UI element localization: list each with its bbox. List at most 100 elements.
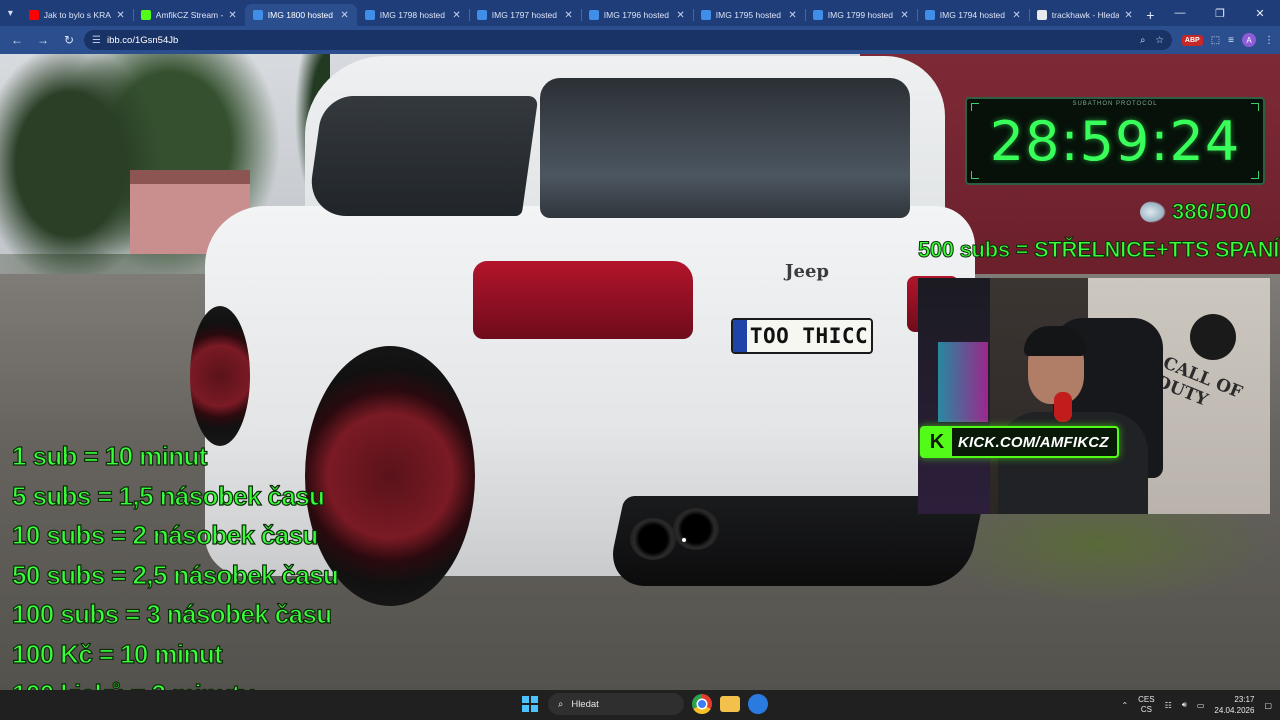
streamer: [998, 326, 1148, 514]
timer-corner: [971, 171, 979, 179]
subathon-timer: SUBATHON PROTOCOL 28:59:24: [965, 97, 1265, 185]
exhaust-pipe: [630, 518, 676, 560]
tab-strip: ▾ Jak to bylo s KRADE✕AmfikCZ Stream - W…: [0, 0, 1280, 26]
tab-close-icon[interactable]: ✕: [788, 10, 796, 21]
subathon-rule: 5 subs = 1,5 násobek času: [11, 480, 325, 511]
site-info-icon[interactable]: ☰: [92, 35, 101, 46]
kick-banner: K KICK.COM/AMFIKCZ: [920, 426, 1119, 458]
license-plate-number: TOO THICC: [749, 324, 869, 348]
battery-icon[interactable]: ▭: [1197, 701, 1205, 710]
tab-close-icon[interactable]: ✕: [564, 10, 572, 21]
timer-tag: SUBATHON PROTOCOL: [1072, 101, 1158, 107]
tab-title: IMG 1800 hosted at: [267, 10, 336, 20]
subathon-rule: 1 sub = 10 minut: [11, 440, 208, 471]
tab-title: AmfikCZ Stream - W: [155, 10, 224, 20]
exhaust-pipe: [673, 508, 719, 550]
browser-tab[interactable]: IMG 1795 hosted at ✕: [692, 4, 805, 26]
subathon-rule: 100 kicků = 3 minuty: [11, 678, 338, 690]
lang-top: CES: [1138, 695, 1155, 704]
window-controls: — ❐ ✕: [1160, 0, 1280, 26]
taskbar-clock[interactable]: 23:17 24.04.2026: [1214, 694, 1254, 716]
image-viewer: Jeep TOO THICC SUBATHON PROTOCOL 28:59:2…: [0, 54, 1280, 690]
system-tray: ⌃ CES CS ☷ 🔊︎ ▭ 23:17 24.04.2026 ▢: [1121, 690, 1272, 720]
browser-tab[interactable]: AmfikCZ Stream - W ✕: [132, 4, 245, 26]
tab-favicon-icon: [140, 10, 151, 20]
network-icon[interactable]: ☷: [1165, 701, 1172, 710]
browser-tab[interactable]: IMG 1794 hosted at ✕: [916, 4, 1029, 26]
browser-tab[interactable]: IMG 1797 hosted at ✕: [468, 4, 581, 26]
back-icon[interactable]: ←: [6, 29, 28, 51]
tab-favicon-icon: [252, 10, 263, 20]
tab-title: IMG 1797 hosted at: [491, 10, 560, 20]
tab-favicon-icon: [28, 10, 39, 20]
browser-tab[interactable]: Jak to bylo s KRADE ✕: [21, 4, 133, 26]
close-window-icon[interactable]: ✕: [1240, 0, 1280, 26]
extensions-puzzle-icon[interactable]: ⬚: [1211, 35, 1220, 46]
tab-favicon-icon: [1036, 10, 1047, 20]
car-wheel-front: [190, 306, 250, 446]
browser-tab[interactable]: IMG 1798 hosted at ✕: [357, 4, 469, 26]
tab-title: IMG 1795 hosted at: [715, 10, 784, 20]
bookmark-star-icon[interactable]: ☆: [1155, 35, 1164, 46]
new-tab-button[interactable]: +: [1141, 4, 1160, 26]
timer-corner: [1251, 103, 1259, 111]
eu-band: [733, 320, 747, 352]
tab-close-icon[interactable]: ✕: [676, 10, 684, 21]
tab-favicon-icon: [364, 10, 375, 20]
subathon-rule: 50 subs = 2,5 násobek času: [11, 559, 339, 590]
clock-date: 24.04.2026: [1214, 706, 1255, 715]
browser-tab[interactable]: trackhawk - Hledat ✕: [1028, 4, 1141, 26]
mouse-cursor: [681, 537, 687, 543]
sub-goal-progress: 386/500: [1172, 199, 1253, 225]
tab-close-icon[interactable]: ✕: [1124, 10, 1132, 21]
volume-icon[interactable]: 🔊︎: [1182, 700, 1187, 710]
start-button[interactable]: [520, 694, 540, 714]
tab-title: Jak to bylo s KRADE: [43, 10, 112, 20]
notification-icon[interactable]: ▢: [1264, 701, 1272, 710]
taskbar-search[interactable]: ⌕ Hledat: [548, 693, 684, 715]
tab-title: IMG 1798 hosted at: [379, 10, 448, 20]
tab-favicon-icon: [924, 10, 935, 20]
app-icon[interactable]: [748, 694, 768, 714]
browser-tab[interactable]: IMG 1796 hosted at ✕: [580, 4, 693, 26]
tab-close-icon[interactable]: ✕: [1012, 10, 1020, 21]
subathon-rule: 100 subs = 3 násobek času: [11, 599, 332, 630]
car-taillight-left: [473, 261, 693, 339]
timer-corner: [971, 103, 979, 111]
tab-search-icon[interactable]: ▾: [0, 0, 21, 26]
tab-list: Jak to bylo s KRADE✕AmfikCZ Stream - W✕I…: [21, 4, 1141, 26]
address-bar[interactable]: ☰ ibb.co/1Gsn54Jb ⌕ ☆: [84, 30, 1172, 50]
webcam-feed: CALL OF DUTY K KICK.COM/AMFIKCZ: [918, 278, 1270, 514]
tray-chevron-icon[interactable]: ⌃: [1121, 701, 1128, 710]
url-text: ibb.co/1Gsn54Jb: [106, 34, 179, 46]
restore-icon[interactable]: ❐: [1200, 0, 1240, 26]
tab-close-icon[interactable]: ✕: [116, 10, 124, 21]
kick-url: KICK.COM/AMFIKCZ: [958, 433, 1109, 451]
file-explorer-icon[interactable]: [720, 696, 740, 712]
forward-icon[interactable]: →: [32, 29, 54, 51]
timer-value: 28:59:24: [989, 109, 1241, 173]
browser-tab[interactable]: IMG 1800 hosted at ✕: [244, 4, 357, 26]
license-plate: TOO THICC: [731, 318, 873, 354]
subathon-rule: 10 subs = 2 násobek času: [11, 520, 319, 551]
clock-time: 23:17: [1234, 695, 1255, 704]
tab-close-icon[interactable]: ✕: [900, 10, 908, 21]
profile-avatar[interactable]: A: [1242, 33, 1256, 47]
language-indicator[interactable]: CES CS: [1138, 695, 1154, 715]
sub-goal-counter: 386/500: [1140, 199, 1252, 225]
reload-icon[interactable]: ↻: [58, 29, 80, 51]
browser-tab[interactable]: IMG 1799 hosted at ✕: [804, 4, 917, 26]
tab-close-icon[interactable]: ✕: [340, 10, 348, 21]
tab-close-icon[interactable]: ✕: [228, 10, 236, 21]
car-side-window: [306, 96, 539, 216]
menu-dots-icon[interactable]: ⋮: [1264, 35, 1274, 46]
webcam-neon-light: [938, 342, 988, 422]
shark-icon: [1140, 201, 1166, 223]
chrome-app-icon[interactable]: [692, 694, 712, 714]
adblock-extension-icon[interactable]: ABP: [1181, 34, 1203, 46]
minimize-icon[interactable]: —: [1160, 0, 1200, 26]
reading-list-icon[interactable]: ≡: [1228, 35, 1234, 46]
wall-clock-icon: [1190, 314, 1236, 360]
zoom-icon[interactable]: ⌕: [1140, 35, 1145, 46]
tab-close-icon[interactable]: ✕: [452, 10, 460, 21]
